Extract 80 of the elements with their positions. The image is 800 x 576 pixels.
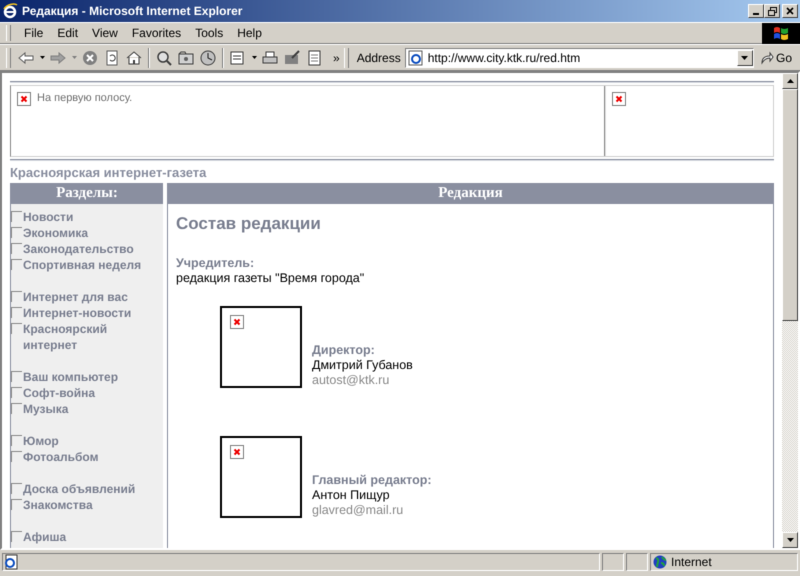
bullet-icon (11, 531, 22, 542)
menu-item[interactable]: Tools (188, 24, 230, 42)
bullet-icon (11, 291, 22, 302)
page-title: Состав редакции (176, 214, 322, 234)
section-link[interactable]: Законодательство (22, 241, 157, 257)
content-heading: Редакция (168, 183, 773, 204)
page-icon (408, 50, 424, 66)
restore-icon (768, 6, 776, 16)
section-link[interactable]: Экономика (22, 225, 157, 241)
menu-item[interactable]: View (85, 24, 125, 42)
broken-image-icon (17, 92, 31, 106)
window-title: Редакция - Microsoft Internet Explorer (22, 4, 244, 18)
bullet-icon (11, 259, 22, 270)
site-title: Красноярская интернет-газета (10, 165, 208, 180)
bullet-icon (11, 483, 22, 494)
browser-icon (2, 3, 18, 19)
dropdown-arrow-icon[interactable] (249, 56, 259, 59)
address-label: Address (356, 50, 401, 64)
person-name: Антон Пищур (312, 488, 391, 503)
scroll-up-button[interactable] (782, 73, 798, 89)
address-field[interactable]: http://www.city.ktk.ru/red.htm (404, 48, 754, 68)
close-button[interactable] (782, 4, 798, 18)
bullet-icon (11, 371, 22, 382)
bullet-icon (11, 323, 22, 334)
section-link[interactable]: Новости (22, 209, 157, 225)
person-name: Дмитрий Губанов (312, 358, 413, 373)
bullet-icon (11, 499, 22, 510)
scroll-down-button[interactable] (782, 532, 798, 548)
section-link[interactable]: Доска объявлений (22, 481, 157, 497)
email-link[interactable]: glavred@mail.ru (312, 503, 432, 518)
section-link[interactable]: Софт-война (22, 385, 157, 401)
image-alt-text[interactable]: На первую полосу. (37, 92, 132, 104)
bullet-icon (11, 227, 22, 238)
more-tools-button[interactable]: » (333, 50, 340, 64)
scrollbar[interactable] (782, 73, 798, 548)
close-icon (786, 7, 794, 15)
founder-name: редакция газеты "Время города" (176, 271, 366, 286)
menu-item[interactable]: File (17, 24, 50, 42)
bullet-icon (11, 403, 22, 414)
bullet-icon (11, 451, 22, 462)
section-link[interactable]: Интернет-новости (22, 305, 157, 321)
founder-label: Учредитель: (176, 256, 256, 271)
section-link[interactable]: Ваш компьютер (22, 369, 157, 385)
menu-item[interactable]: Favorites (124, 24, 188, 42)
menu-item[interactable]: Help (230, 24, 269, 42)
restore-button[interactable] (764, 4, 780, 18)
security-zone: Internet (671, 555, 712, 569)
minimize-button[interactable] (748, 4, 764, 18)
section-link[interactable]: Красноярский интернет (22, 321, 157, 353)
section-link[interactable]: Интернет для вас (22, 289, 157, 305)
page-icon (3, 554, 19, 570)
arrow-icon (760, 50, 774, 64)
section-link[interactable]: Спортивная неделя (22, 257, 157, 273)
broken-image-icon (612, 92, 626, 106)
role-label: Директор: (312, 343, 376, 358)
down-arrow-icon (786, 538, 794, 542)
status-panel (602, 553, 624, 571)
bullet-icon (11, 307, 22, 318)
go-button[interactable]: Go (754, 50, 800, 64)
section-link[interactable]: Афиша (22, 529, 157, 545)
dropdown-arrow-icon[interactable] (37, 56, 47, 59)
up-arrow-icon (786, 79, 794, 83)
status-panel (626, 553, 648, 571)
broken-image-icon (230, 445, 244, 459)
role-label: Главный редактор: (312, 473, 432, 488)
bullet-icon (11, 211, 22, 222)
email-link[interactable]: autost@ktk.ru (312, 373, 413, 388)
bullet-icon (11, 243, 22, 254)
globe-icon (653, 555, 667, 569)
windows-logo-icon (762, 22, 800, 44)
section-link[interactable]: Фотоальбом (22, 449, 157, 465)
section-link[interactable]: Знакомства (22, 497, 157, 513)
section-link[interactable]: Юмор (22, 433, 157, 449)
sidebar-heading: Разделы: (11, 183, 163, 204)
section-link[interactable]: Музыка (22, 401, 157, 417)
broken-image-icon (230, 315, 244, 329)
bullet-icon (11, 387, 22, 398)
scroll-thumb[interactable] (782, 89, 798, 321)
bullet-icon (11, 435, 22, 446)
menu-item[interactable]: Edit (50, 24, 86, 42)
